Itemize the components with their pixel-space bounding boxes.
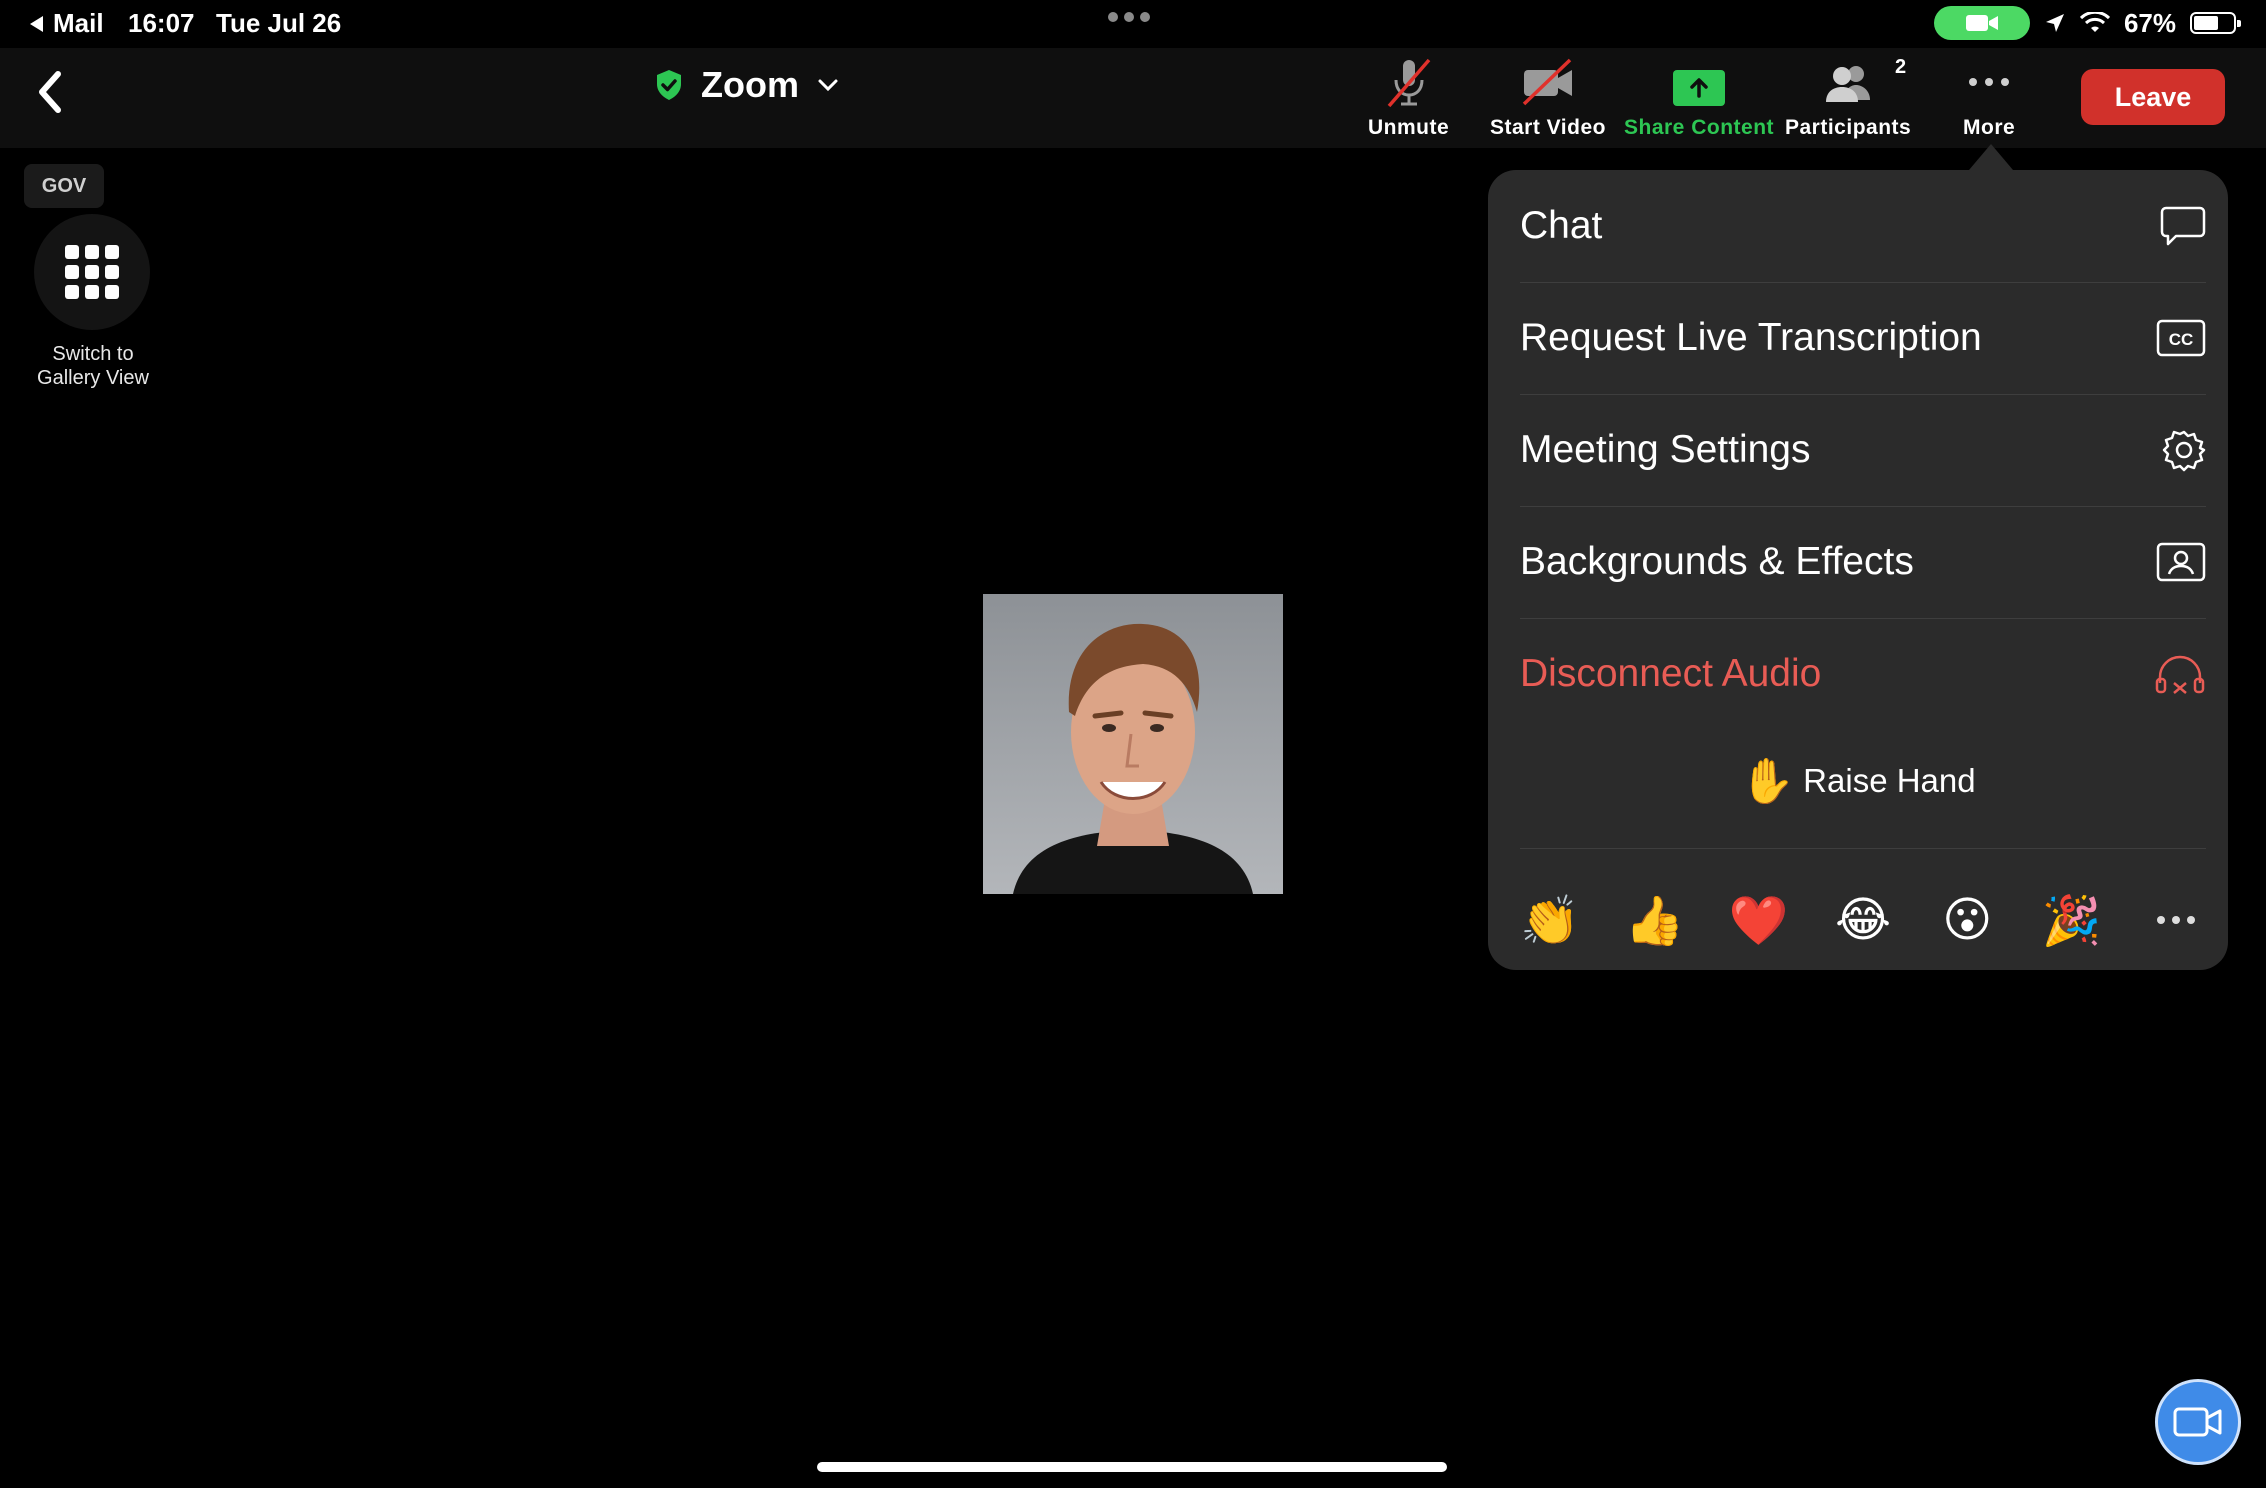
- headphones-disconnect-icon: [2155, 655, 2205, 694]
- raise-hand-button[interactable]: ✋ Raise Hand: [1488, 755, 2228, 807]
- thumbs-up-reaction-icon[interactable]: 👍: [1624, 890, 1684, 950]
- more-label: More: [1963, 116, 2016, 139]
- more-dots-icon: [1969, 78, 2010, 86]
- raised-hand-icon: ✋: [1740, 757, 1796, 806]
- unmute-button[interactable]: Unmute: [1368, 54, 1449, 140]
- location-arrow-icon: [2045, 14, 2064, 32]
- battery-percentage: 67%: [2123, 7, 2176, 38]
- gov-badge: GOV: [24, 164, 104, 208]
- more-reactions-icon[interactable]: [2146, 890, 2206, 950]
- more-menu-popover: Chat Request Live Transcription CC Meeti…: [1488, 170, 2228, 970]
- reactions-row: 👏 👍 ❤️ 😂 😮 🎉: [1520, 870, 2206, 970]
- video-camera-outline-icon: [2173, 1407, 2222, 1437]
- status-bar: Mail 16:07 Tue Jul 26 67%: [0, 0, 2266, 48]
- menu-item-chat[interactable]: Chat: [1520, 170, 2206, 283]
- meeting-title: Zoom: [701, 64, 799, 105]
- status-date: Tue Jul 26: [216, 8, 342, 38]
- grid-icon: [65, 245, 119, 299]
- participants-label: Participants: [1785, 116, 1912, 139]
- menu-item-transcription-label: Request Live Transcription: [1520, 316, 1982, 359]
- participants-icon: [1826, 66, 1871, 102]
- share-arrow-icon: [1673, 70, 1725, 106]
- menu-item-settings-label: Meeting Settings: [1520, 428, 1811, 471]
- back-app-label: Mail: [53, 8, 104, 38]
- cc-icon: CC: [2156, 319, 2206, 357]
- multitasking-dots-icon[interactable]: [1108, 12, 1150, 22]
- status-right: 67%: [1933, 6, 2241, 40]
- menu-item-request-live-transcription[interactable]: Request Live Transcription CC: [1520, 282, 2206, 395]
- leave-button[interactable]: Leave: [2081, 69, 2225, 125]
- start-video-button[interactable]: Start Video: [1490, 54, 1606, 140]
- menu-item-backgrounds-effects[interactable]: Backgrounds & Effects: [1520, 506, 2206, 619]
- menu-item-meeting-settings[interactable]: Meeting Settings: [1520, 394, 2206, 507]
- video-camera-icon: [1965, 15, 1998, 31]
- gallery-view-label: Switch to Gallery View: [18, 342, 168, 390]
- party-popper-reaction-icon[interactable]: 🎉: [2042, 890, 2102, 950]
- gallery-label-line1: Switch to: [52, 343, 134, 365]
- battery-icon: [2190, 12, 2241, 34]
- start-video-label: Start Video: [1490, 116, 1606, 139]
- back-chevron-icon[interactable]: [30, 62, 70, 122]
- gear-icon: [2162, 430, 2206, 472]
- participant-profile-photo: [983, 594, 1283, 894]
- back-to-app-link[interactable]: Mail: [30, 8, 104, 39]
- participants-button[interactable]: 2 Participants: [1785, 54, 1911, 140]
- more-button[interactable]: More: [1963, 54, 2015, 140]
- svg-text:CC: CC: [2169, 330, 2194, 349]
- person-frame-icon: [2156, 542, 2206, 582]
- meeting-toolbar: Zoom Unmute Start Video Share Content 2 …: [0, 48, 2266, 148]
- shield-check-icon: [657, 70, 681, 100]
- microphone-muted-icon: [1387, 58, 1430, 108]
- raise-hand-label: Raise Hand: [1803, 762, 1976, 799]
- menu-pointer: [1969, 144, 2013, 170]
- switch-to-gallery-view-button[interactable]: [34, 214, 150, 330]
- laughing-reaction-icon[interactable]: 😂: [1833, 890, 1893, 950]
- chat-bubble-icon: [2160, 206, 2206, 246]
- status-time: 16:07: [128, 8, 195, 38]
- clap-reaction-icon[interactable]: 👏: [1520, 890, 1580, 950]
- gallery-label-line2: Gallery View: [37, 367, 149, 389]
- share-content-label: Share Content: [1624, 116, 1775, 139]
- surprised-reaction-icon[interactable]: 😮: [1937, 890, 1997, 950]
- back-triangle-icon: [30, 15, 43, 32]
- camera-in-use-indicator: [1933, 6, 2030, 40]
- chevron-down-icon: [818, 79, 838, 92]
- floating-video-button[interactable]: [2155, 1379, 2241, 1465]
- menu-item-chat-label: Chat: [1520, 204, 1603, 247]
- menu-item-disconnect-label: Disconnect Audio: [1520, 652, 1822, 695]
- meeting-title-dropdown[interactable]: Zoom: [655, 64, 839, 106]
- wifi-icon: [2079, 12, 2110, 32]
- home-indicator[interactable]: [817, 1462, 1447, 1472]
- heart-reaction-icon[interactable]: ❤️: [1729, 890, 1789, 950]
- reactions-divider: [1520, 848, 2206, 849]
- video-camera-off-icon: [1522, 58, 1572, 106]
- participants-count: 2: [1894, 56, 1907, 78]
- menu-item-disconnect-audio[interactable]: Disconnect Audio: [1520, 618, 2206, 730]
- share-content-button[interactable]: Share Content: [1624, 54, 1774, 140]
- menu-item-backgrounds-label: Backgrounds & Effects: [1520, 540, 1914, 583]
- unmute-label: Unmute: [1368, 116, 1450, 139]
